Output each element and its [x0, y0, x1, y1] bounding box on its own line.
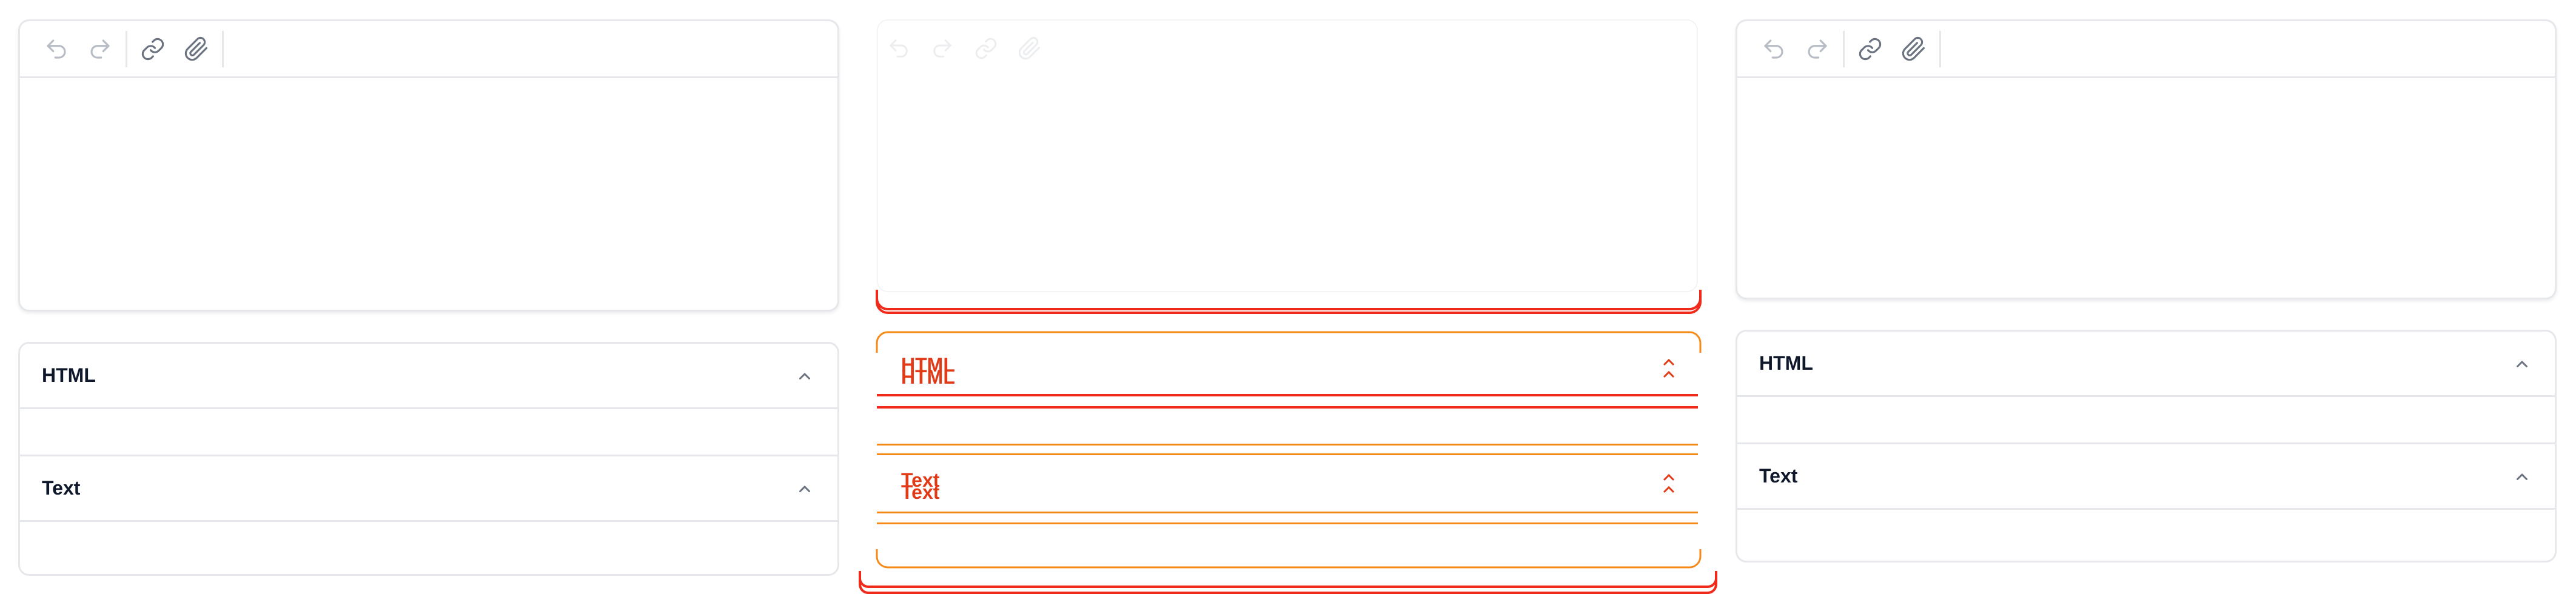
- paperclip-icon: [1018, 36, 1041, 60]
- accordion-body-html: [1737, 397, 2555, 444]
- accordion-title-ghost: Text: [901, 481, 940, 503]
- accordion-title-ghost: HTML: [901, 366, 955, 388]
- editor-outline-transition: [876, 290, 1702, 314]
- chevron-up-icon[interactable]: [794, 365, 816, 387]
- rich-text-editor: [18, 19, 839, 312]
- accordion-header-text[interactable]: Text: [1737, 444, 2555, 510]
- undo-icon: [47, 39, 66, 59]
- accordion-outline-top: [876, 331, 1702, 353]
- divider: [877, 406, 1698, 409]
- accordion-body-text: [20, 522, 837, 569]
- toolbar-divider: [126, 30, 127, 67]
- accordion-body-text: [1737, 510, 2555, 557]
- redo-button[interactable]: [78, 27, 122, 71]
- redo-icon: [90, 39, 110, 59]
- chevron-up-icon[interactable]: [1658, 356, 1680, 383]
- attach-button[interactable]: [1892, 27, 1936, 71]
- divider: [877, 522, 1698, 524]
- accordion-header-html[interactable]: HTML: [1737, 332, 2555, 397]
- chevron-up-icon[interactable]: [1658, 472, 1680, 498]
- accordion-title: Text: [1759, 465, 1798, 487]
- accordion-title: Text: [42, 477, 81, 499]
- toolbar-divider: [1939, 30, 1941, 67]
- paperclip-icon: [1902, 36, 1925, 61]
- link-icon: [1859, 38, 1882, 60]
- editor-toolbar: [20, 21, 837, 78]
- accordion-title: HTML: [1759, 352, 1813, 374]
- link-icon: [975, 38, 997, 59]
- attach-button[interactable]: [175, 27, 218, 71]
- divider: [877, 512, 1698, 513]
- editor-panel-transition: HTML HTML Text Text: [859, 0, 1717, 594]
- accordion-title: HTML: [42, 364, 96, 386]
- accordion-body-html: [20, 409, 837, 456]
- toolbar-divider: [1843, 30, 1845, 67]
- link-button[interactable]: [131, 27, 175, 71]
- output-accordion: HTML Text: [1736, 330, 2557, 562]
- editor-content-area[interactable]: [1737, 78, 2555, 296]
- chevron-up-icon[interactable]: [794, 478, 816, 499]
- redo-icon: [933, 39, 951, 58]
- divider: [877, 394, 1698, 396]
- accordion-section-text: Text: [20, 456, 837, 569]
- editor-toolbar: [1737, 21, 2555, 78]
- accordion-header-text[interactable]: Text: [20, 456, 837, 522]
- undo-button[interactable]: [35, 27, 78, 71]
- undo-icon: [890, 39, 908, 58]
- divider: [877, 444, 1698, 446]
- editor-panel-right: HTML Text: [1717, 0, 2576, 594]
- editor-content-area[interactable]: [20, 78, 837, 309]
- accordion-outline-shadow: [859, 571, 1717, 594]
- accordion-section-text: Text: [1737, 444, 2555, 557]
- accordion-section-html: HTML: [20, 344, 837, 456]
- chevron-up-icon[interactable]: [2511, 466, 2533, 487]
- undo-icon: [1764, 39, 1783, 59]
- redo-icon: [1808, 39, 1827, 59]
- redo-button[interactable]: [1796, 27, 1839, 71]
- accordion-section-html: HTML: [1737, 332, 2555, 444]
- accordion-header-html[interactable]: HTML: [20, 344, 837, 409]
- divider: [877, 453, 1698, 455]
- link-icon: [141, 38, 164, 60]
- output-accordion: HTML Text: [18, 342, 839, 576]
- rich-text-editor: [1736, 19, 2557, 299]
- paperclip-icon: [184, 36, 208, 61]
- toolbar-divider: [222, 30, 224, 67]
- link-button[interactable]: [1848, 27, 1892, 71]
- chevron-up-icon[interactable]: [2511, 353, 2533, 375]
- accordion-outline-bottom: [876, 549, 1702, 569]
- undo-button[interactable]: [1752, 27, 1796, 71]
- editor-panel-left: HTML Text: [0, 0, 859, 594]
- editor-toolbar-ghost: [877, 22, 1052, 75]
